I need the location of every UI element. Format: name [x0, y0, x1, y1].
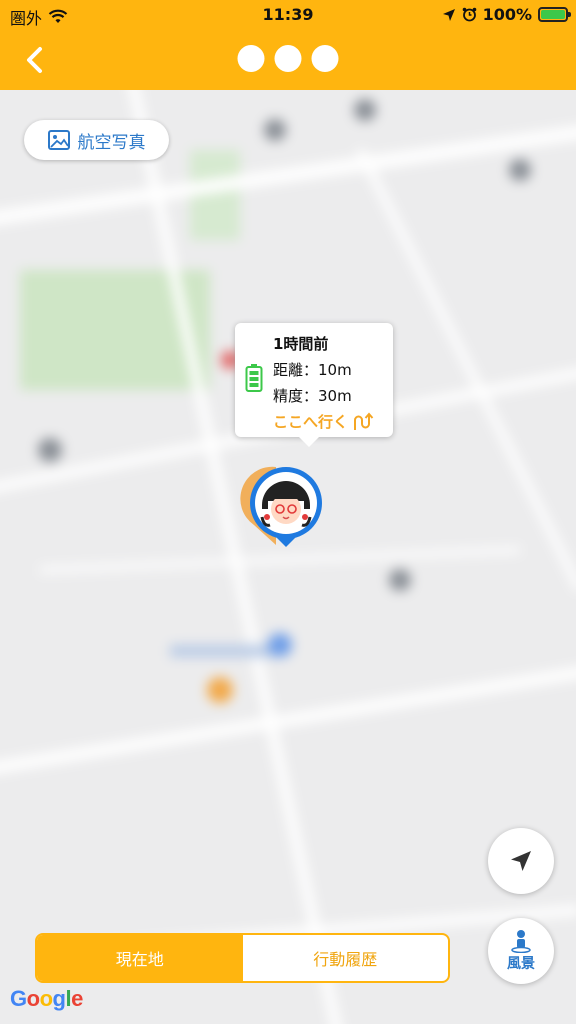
google-logo: Google	[10, 986, 83, 1011]
my-location-button[interactable]	[488, 828, 554, 894]
accuracy-value: 精度：30m	[273, 387, 352, 405]
navigation-bar	[0, 30, 576, 90]
go-here-link[interactable]: ここへ行く	[273, 409, 376, 435]
indicator-dot[interactable]	[237, 45, 265, 72]
tab-current-location[interactable]: 現在地	[37, 935, 243, 981]
battery-icon	[538, 7, 571, 22]
back-button[interactable]	[18, 42, 54, 78]
alarm-icon	[462, 7, 476, 22]
go-here-label: ここへ行く	[273, 413, 349, 431]
indicator-dot[interactable]	[311, 45, 339, 72]
map-background	[0, 90, 576, 1024]
street-view-button[interactable]: 風景	[488, 918, 554, 984]
aerial-photo-button[interactable]: 航空写真	[24, 120, 169, 160]
status-right: 100%	[442, 5, 571, 24]
route-icon	[354, 412, 374, 430]
distance-value: 距離：10m	[273, 361, 352, 379]
aerial-photo-label: 航空写真	[77, 132, 146, 153]
status-bar: 圏外 11:39 100%	[0, 0, 576, 30]
last-update-time: 1時間前	[273, 335, 329, 353]
person-icon	[511, 930, 531, 953]
mode-segmented-control[interactable]: 現在地 行動履歴	[35, 933, 450, 983]
tab-activity-history[interactable]: 行動履歴	[243, 935, 449, 981]
image-icon	[47, 130, 70, 150]
page-indicator[interactable]	[237, 45, 339, 72]
device-battery-icon	[245, 364, 263, 392]
location-info-popup: 1時間前 距離：10m 精度：30m ここへ行く	[235, 323, 393, 447]
navigation-arrow-icon	[511, 851, 531, 871]
map-view[interactable]: 航空写真 1時間前 距離：10m 精度：30m ここへ行く 風景 現在地 行動履…	[0, 90, 576, 1024]
child-location-marker[interactable]	[234, 465, 330, 551]
street-view-label: 風景	[507, 956, 535, 972]
battery-percent: 100%	[482, 5, 532, 24]
location-arrow-icon	[442, 8, 455, 21]
indicator-dot[interactable]	[274, 45, 302, 72]
